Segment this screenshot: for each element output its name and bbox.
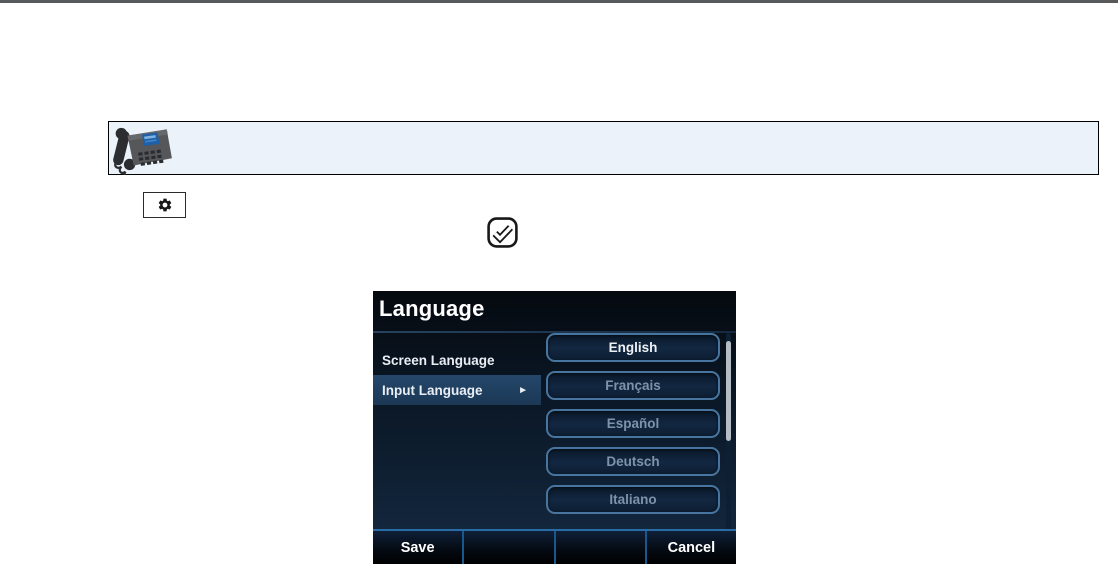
cancel-softkey[interactable]: Cancel (644, 531, 736, 564)
language-screen: Language Screen Language Input Language … (373, 291, 736, 564)
ok-key-button (487, 217, 518, 248)
scrollbar-thumb[interactable] (726, 341, 731, 441)
scrollbar-track[interactable] (726, 333, 731, 531)
submenu-arrow-icon: ► (518, 384, 528, 396)
note-box (108, 121, 1099, 175)
ip-phone-photo (113, 127, 172, 175)
language-option-english[interactable]: English (546, 333, 720, 362)
menu-item-label: Input Language (382, 382, 483, 398)
empty-softkey (462, 531, 553, 564)
language-option-espanol[interactable]: Español (546, 409, 720, 438)
screen-title: Language (379, 296, 485, 321)
settings-key-button (143, 192, 186, 218)
language-option-italiano[interactable]: Italiano (546, 485, 720, 514)
gear-icon (158, 198, 171, 212)
language-option-deutsch[interactable]: Deutsch (546, 447, 720, 476)
menu-item-label: Screen Language (382, 352, 495, 368)
menu-item-screen-language[interactable]: Screen Language (373, 345, 541, 375)
page-top-rule (0, 0, 1118, 3)
softkey-bar: Save Cancel (373, 531, 736, 564)
save-softkey[interactable]: Save (373, 531, 462, 564)
language-option-francais[interactable]: Français (546, 371, 720, 400)
empty-softkey (553, 531, 645, 564)
menu-item-input-language[interactable]: Input Language ► (373, 375, 541, 405)
